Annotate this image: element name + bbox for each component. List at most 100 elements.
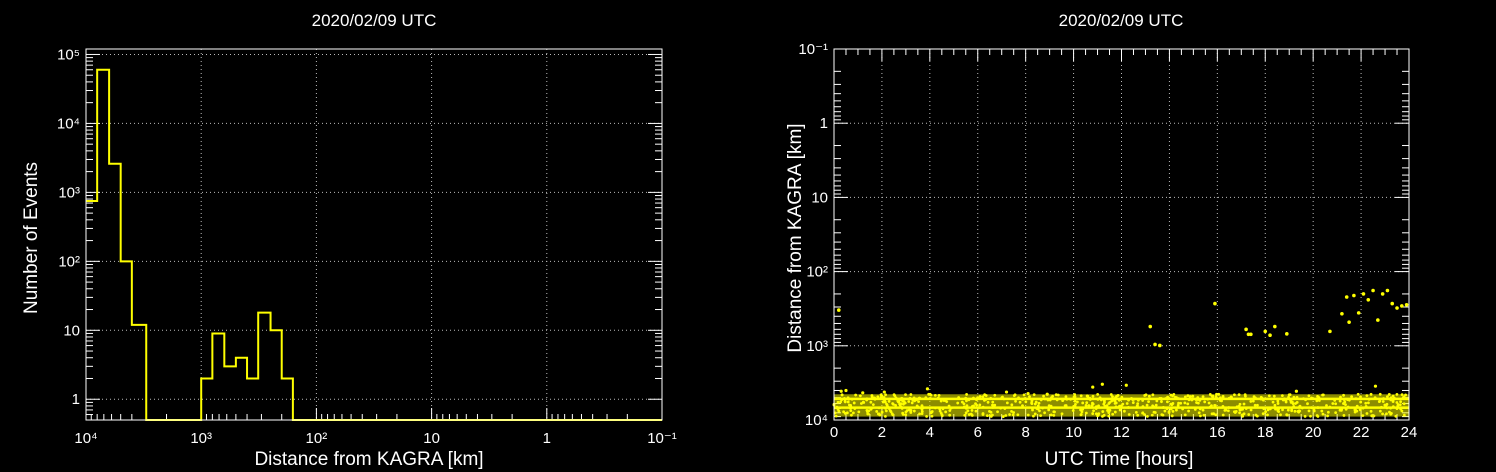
scatter-x-tick-label: 0 (830, 424, 838, 441)
scatter-band-dot (1120, 395, 1124, 399)
scatter-band-dot (933, 393, 937, 397)
scatter-band-dot (1366, 401, 1370, 405)
scatter-band-dot (1214, 395, 1218, 399)
scatter-band-dot (1361, 406, 1365, 410)
scatter-band-dot (1035, 407, 1039, 410)
scatter-band-dot (1026, 413, 1030, 417)
scatter-band-dot (1170, 414, 1174, 418)
histogram-tick-marks (85, 53, 663, 420)
scatter-band-dot (1274, 407, 1277, 411)
scatter-band-dot (1350, 395, 1354, 399)
scatter-band-dot (881, 400, 885, 404)
scatter-band-dot (1361, 414, 1365, 418)
scatter-band-dot (899, 402, 902, 406)
scatter-point (1376, 318, 1380, 322)
scatter-band-dot (967, 413, 971, 416)
scatter-band-dot (1218, 396, 1222, 400)
scatter-band-outlier (1004, 390, 1009, 394)
scatter-band-dot (884, 409, 888, 413)
scatter-band-dot (1033, 412, 1037, 416)
scatter-band-dot (1016, 413, 1020, 417)
scatter-band-dot (1359, 400, 1363, 404)
scatter-y-tick-label: 1 (820, 115, 828, 132)
scatter-band-dot (1079, 413, 1083, 417)
scatter-band-dot (1384, 404, 1388, 408)
scatter-band-dot (1052, 413, 1056, 417)
scatter-band-dot (1237, 393, 1241, 396)
scatter-band-dot (1386, 395, 1389, 399)
scatter-point (1380, 292, 1385, 296)
scatter-band-dot (1391, 400, 1395, 404)
scatter-band-dot (974, 402, 977, 406)
scatter-grid (834, 49, 1409, 420)
scatter-band-dot (1022, 393, 1026, 397)
scatter-band-dot (1300, 406, 1304, 410)
scatter-band-dot (1074, 402, 1077, 406)
scatter-band-dot (1356, 392, 1360, 396)
scatter-band-dot (1155, 399, 1159, 403)
scatter-band-dot (1391, 405, 1395, 409)
scatter-band-dot (1010, 410, 1013, 413)
scatter-ylabel: Distance from KAGRA [km] (785, 123, 806, 352)
scatter-chart: 2020/02/09 UTC UTC Time [hours] Distance… (785, 11, 1417, 470)
scatter-band-dot (1111, 412, 1115, 416)
scatter-point (1268, 333, 1272, 338)
scatter-band-dot (1339, 395, 1342, 399)
scatter-band-dot (1043, 397, 1047, 401)
scatter-band-dot (907, 400, 911, 403)
scatter-band-dot (888, 397, 891, 401)
scatter-band-dot (1176, 403, 1180, 407)
scatter-band-dot (1008, 413, 1012, 416)
scatter-band-dot (981, 405, 985, 409)
scatter-band-dot (1003, 407, 1007, 410)
scatter-band-dot (1339, 406, 1342, 410)
scatter-band-dot (1032, 414, 1035, 418)
scatter-point (1249, 332, 1253, 337)
scatter-band-dot (1342, 393, 1345, 397)
scatter-band-dot (1198, 407, 1202, 411)
scatter-band-dot (882, 396, 886, 399)
scatter-band-dot (1120, 404, 1123, 408)
scatter-band-dot (880, 410, 884, 414)
scatter-band-dot (1214, 413, 1218, 417)
scatter-band-dot (1365, 394, 1369, 398)
scatter-band-dot (1272, 394, 1276, 398)
scatter-point (1285, 332, 1289, 336)
scatter-band-dot (1086, 396, 1090, 400)
scatter-band-dot (848, 403, 851, 407)
scatter-band-dot (1018, 400, 1022, 404)
scatter-band-dot (1084, 403, 1088, 407)
scatter-band-dot (1328, 405, 1332, 409)
scatter-dense-band (832, 382, 1409, 418)
scatter-band-dot (933, 406, 937, 410)
scatter-band-dot (956, 401, 960, 405)
scatter-band-dot (1216, 397, 1220, 401)
scatter-band-dot (1316, 394, 1319, 398)
scatter-band-dot (839, 400, 843, 404)
scatter-band-dot (1102, 413, 1106, 417)
scatter-band-dot (858, 394, 862, 398)
scatter-band-dot (1173, 395, 1177, 399)
scatter-y-tick-label: 10 (811, 189, 828, 206)
scatter-band-dot (1255, 414, 1259, 418)
scatter-title: 2020/02/09 UTC (1059, 11, 1184, 30)
scatter-band-dot (1069, 397, 1072, 401)
scatter-band-dot (1394, 414, 1398, 418)
scatter-band-dot (843, 400, 847, 404)
scatter-band-dot (907, 408, 911, 412)
scatter-band-dot (1169, 393, 1173, 397)
scatter-band-dot (1187, 398, 1191, 402)
scatter-band-dot (1364, 401, 1368, 405)
scatter-band-dot (1358, 408, 1362, 412)
scatter-band-dot (1210, 412, 1214, 416)
scatter-band-dot (876, 412, 880, 416)
scatter-band-dot (1282, 397, 1286, 401)
scatter-band-dot (1167, 411, 1171, 414)
histogram-x-tick-label: 10⁴ (74, 430, 97, 447)
scatter-band-dot (929, 411, 933, 415)
scatter-point (1404, 302, 1409, 307)
scatter-band-dot (1002, 397, 1006, 401)
scatter-band-dot (852, 401, 856, 405)
scatter-band-dot (957, 396, 961, 399)
scatter-band-dot (1370, 414, 1374, 418)
